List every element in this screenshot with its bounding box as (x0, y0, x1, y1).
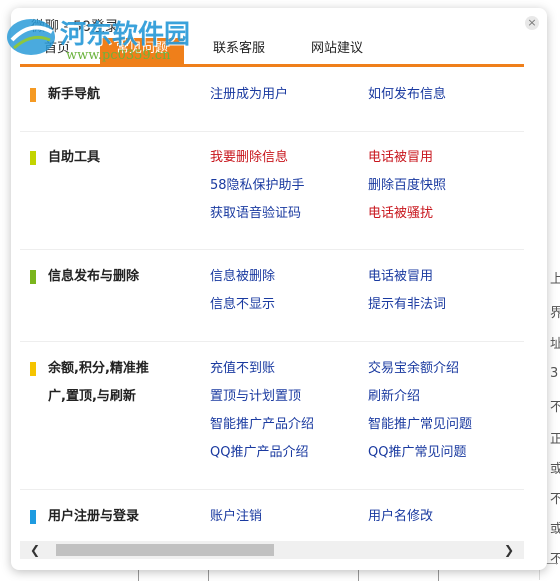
background-text: 址 (550, 337, 560, 352)
faq-link[interactable]: QQ推广产品介绍 (210, 439, 308, 467)
section-title: 广,置顶,与刷新 (48, 389, 136, 404)
background-text: 界 (550, 306, 560, 321)
section-title: 新手导航 (48, 87, 101, 102)
background-text: 或 (550, 522, 560, 537)
section-title: 用户注册与登录 (48, 509, 140, 524)
section-marker (30, 151, 36, 165)
section-marker (30, 88, 36, 102)
background-text: 或 (550, 462, 560, 477)
faq-link[interactable]: 智能推广常见问题 (368, 411, 472, 439)
faq-link[interactable]: 充值不到账 (210, 355, 275, 383)
background-text: 3 (550, 366, 559, 381)
scrollbar-thumb[interactable] (56, 544, 274, 556)
faq-link[interactable]: 58隐私保护助手 (210, 172, 305, 200)
faq-link[interactable]: QQ推广常见问题 (368, 439, 466, 467)
faq-link[interactable]: 如何发布信息 (368, 81, 446, 109)
faq-content: 新手导航 注册成为用户 如何发布信息 自助工具 我要删除信息 电话被冒用 58隐… (20, 68, 524, 538)
faq-link[interactable]: 电话被冒用 (368, 263, 433, 291)
faq-link[interactable]: 提示有非法词 (368, 291, 446, 319)
scroll-left-icon[interactable]: ❮ (26, 541, 44, 559)
faq-link[interactable]: 注册成为用户 (210, 81, 288, 109)
tab-suggestion[interactable]: 网站建议 (311, 38, 381, 64)
faq-link[interactable]: 电话被骚扰 (368, 200, 433, 228)
faq-link[interactable]: 获取语音验证码 (210, 200, 301, 228)
section-marker (30, 362, 36, 376)
background-text: 不 (550, 492, 560, 507)
section-marker (30, 510, 36, 524)
background-text: 不 (550, 400, 560, 415)
watermark-url: www.pc0359.cn (66, 48, 171, 63)
watermark: 河东软件园 www.pc0359.cn (4, 10, 190, 64)
background-text: 上 (550, 272, 560, 287)
section-self-service: 自助工具 我要删除信息 电话被冒用 58隐私保护助手 删除百度快照 获取语音验证… (20, 131, 524, 250)
faq-link[interactable]: 用户名修改 (368, 503, 433, 531)
watermark-logo-icon (7, 19, 55, 55)
faq-link[interactable]: 我要删除信息 (210, 144, 288, 172)
faq-link[interactable]: 账户注销 (210, 503, 262, 531)
section-register-login: 用户注册与登录 账户注销 用户名修改 (20, 489, 524, 538)
faq-link[interactable]: 信息被删除 (210, 263, 275, 291)
section-beginner: 新手导航 注册成为用户 如何发布信息 (20, 68, 524, 132)
section-marker (30, 270, 36, 284)
close-icon[interactable]: × (525, 16, 539, 30)
section-balance-promotion: 余额,积分,精准推 广,置顶,与刷新 充值不到账 交易宝余额介绍 置顶与计划置顶… (20, 341, 524, 490)
faq-link[interactable]: 刷新介绍 (368, 383, 420, 411)
section-publish-delete: 信息发布与删除 信息被删除 电话被冒用 信息不显示 提示有非法词 (20, 249, 524, 342)
watermark-text: 河东软件园 (60, 20, 191, 50)
faq-link[interactable]: 置顶与计划置顶 (210, 383, 301, 411)
section-title: 信息发布与删除 (48, 269, 140, 284)
help-popup: 微聊 - 58登录 × 首页 常见问题 联系客服 网站建议 新手导航 注册成为用… (11, 8, 547, 570)
horizontal-scrollbar[interactable]: ❮ ❯ (20, 541, 524, 559)
faq-link[interactable]: 删除百度快照 (368, 172, 446, 200)
tab-contact[interactable]: 联系客服 (213, 38, 283, 64)
faq-link[interactable]: 交易宝余额介绍 (368, 355, 459, 383)
section-title: 余额,积分,精准推 (48, 361, 149, 376)
scroll-right-icon[interactable]: ❯ (500, 541, 518, 559)
section-title: 自助工具 (48, 150, 101, 165)
faq-link[interactable]: 电话被冒用 (368, 144, 433, 172)
background-text: 正 (550, 432, 560, 447)
faq-link[interactable]: 智能推广产品介绍 (210, 411, 314, 439)
faq-link[interactable]: 信息不显示 (210, 291, 275, 319)
